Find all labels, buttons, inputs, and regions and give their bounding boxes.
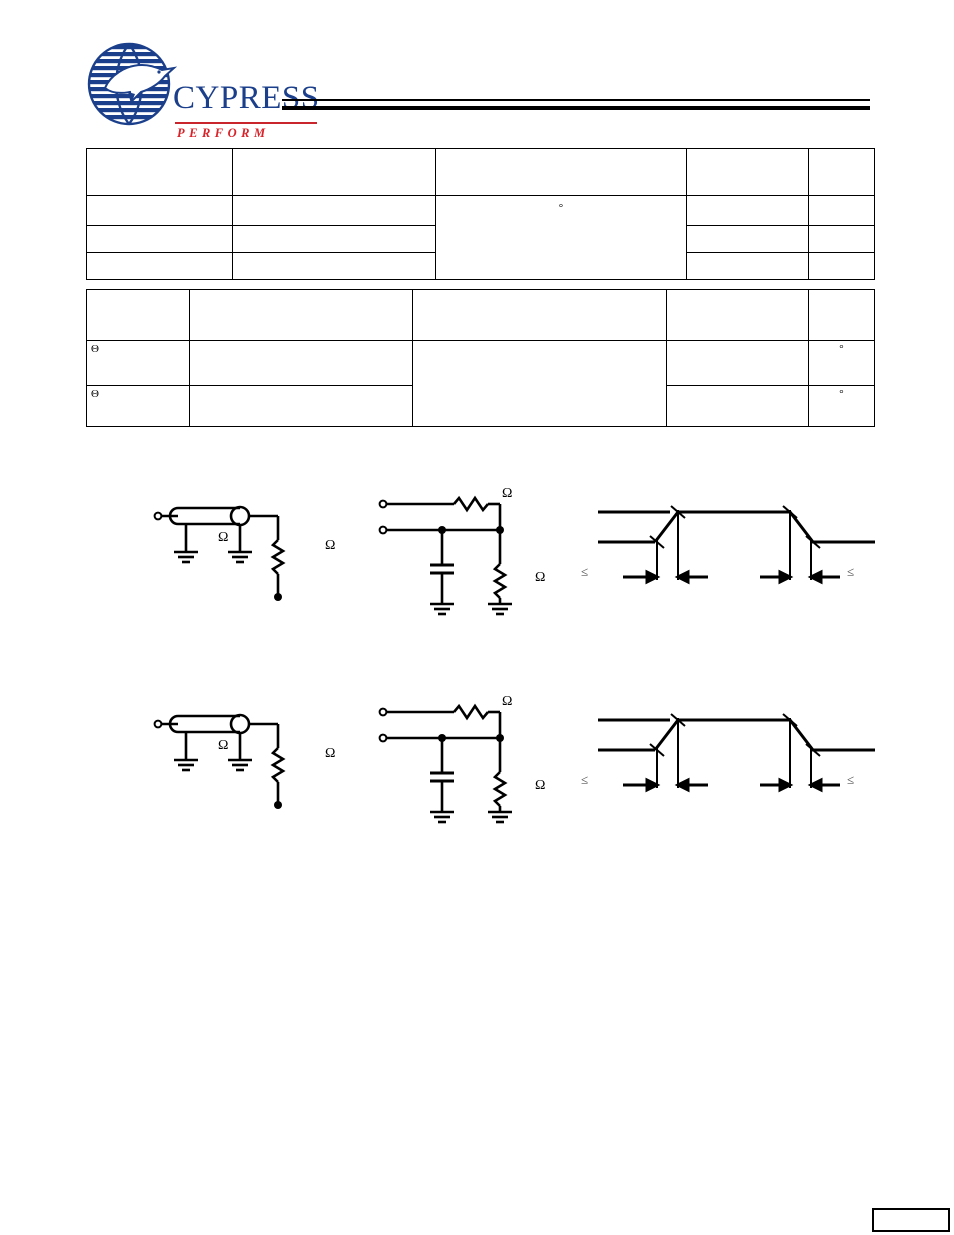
ac-test-load-diagram: Ω Ω	[140, 470, 370, 630]
logo-underline	[175, 122, 317, 124]
ohm-symbol-termination: Ω	[325, 746, 336, 761]
cell	[686, 195, 809, 226]
page-header: CYPRESS PERFORM	[0, 0, 954, 140]
ohm-symbol-line-impedance: Ω	[218, 530, 229, 545]
cell	[189, 385, 413, 427]
cell	[86, 225, 233, 253]
equivalent-circuit-diagram: Ω Ω	[370, 470, 580, 640]
cell	[232, 195, 436, 226]
ac-test-load-diagram: Ω Ω	[140, 678, 370, 838]
cell-theta: Θ	[86, 385, 190, 427]
cypress-logo: CYPRESS PERFORM	[85, 38, 319, 140]
less-equal-symbol-fall: ≤	[847, 564, 855, 579]
cell	[86, 148, 233, 196]
ac-test-waveform-diagram: ≤ ≤	[575, 688, 875, 818]
ohm-symbol-pulldown-resistor: Ω	[535, 778, 546, 793]
page-number-box	[872, 1208, 950, 1232]
header-rule-bottom	[282, 106, 870, 110]
cell	[686, 148, 809, 196]
rc-equivalent-schematic	[378, 703, 512, 824]
cell	[412, 340, 667, 427]
cell	[435, 148, 687, 196]
cell	[412, 289, 667, 341]
table-row: °	[86, 195, 875, 280]
cell	[86, 289, 190, 341]
ohm-symbol-termination: Ω	[325, 538, 336, 553]
cypress-tagline: PERFORM	[177, 126, 270, 140]
cell	[232, 225, 436, 253]
less-equal-symbol-rise: ≤	[581, 772, 589, 787]
rise-fall-waveform	[598, 713, 875, 793]
cell	[808, 252, 875, 280]
ac-test-waveform-diagram: ≤ ≤	[575, 480, 875, 610]
ohm-symbol-pulldown-resistor: Ω	[535, 570, 546, 585]
rc-equivalent-schematic	[378, 495, 512, 616]
cell-degree: °	[808, 385, 875, 427]
rise-fall-waveform	[598, 505, 875, 585]
ac-test-loads-waveforms-2: Ω Ω Ω Ω ≤ ≤	[0, 678, 954, 858]
cell	[808, 148, 875, 196]
cell-theta: Θ	[86, 340, 190, 386]
ac-test-loads-waveforms-1: Ω Ω Ω Ω ≤ ≤	[0, 470, 954, 650]
cell	[808, 195, 875, 226]
cell	[686, 252, 809, 280]
less-equal-symbol-rise: ≤	[581, 564, 589, 579]
transmission-line-schematic	[153, 505, 286, 601]
cell-degree: °	[435, 195, 687, 280]
equivalent-circuit-diagram: Ω Ω	[370, 678, 580, 848]
table-row: Θ °	[86, 340, 875, 427]
cell	[232, 252, 436, 280]
cell	[86, 252, 233, 280]
ohm-symbol-series-resistor: Ω	[502, 694, 513, 709]
cell	[666, 340, 809, 386]
transmission-line-schematic	[153, 713, 286, 809]
cell	[666, 385, 809, 427]
cypress-globe-icon	[87, 42, 177, 126]
ohm-symbol-series-resistor: Ω	[502, 486, 513, 501]
cell	[232, 148, 436, 196]
cell	[189, 340, 413, 386]
cell	[666, 289, 809, 341]
cell	[189, 289, 413, 341]
table-row	[86, 148, 875, 196]
cell	[686, 225, 809, 253]
less-equal-symbol-fall: ≤	[847, 772, 855, 787]
cell	[808, 225, 875, 253]
thermal-resistance-table-2: Θ ° Θ °	[86, 289, 875, 427]
cell-degree: °	[808, 340, 875, 386]
header-rule-top	[282, 99, 870, 101]
thermal-resistance-table-1: °	[86, 148, 875, 280]
cell	[86, 195, 233, 226]
ohm-symbol-line-impedance: Ω	[218, 738, 229, 753]
cell	[808, 289, 875, 341]
table-row	[86, 289, 875, 341]
page-number-label	[874, 1210, 948, 1230]
